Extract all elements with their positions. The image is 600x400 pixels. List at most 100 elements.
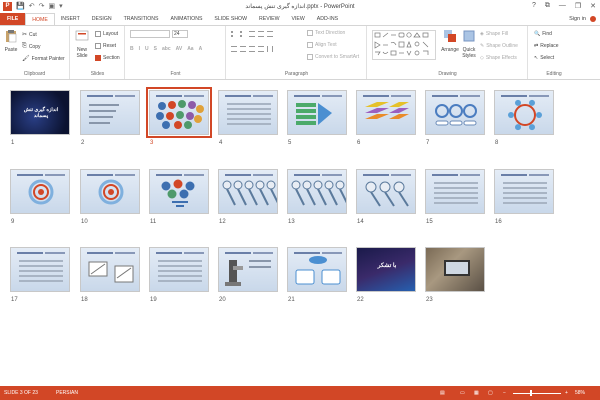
tab-insert[interactable]: INSERT bbox=[55, 13, 86, 25]
slide-thumbnail-9[interactable] bbox=[10, 169, 70, 214]
section-button[interactable]: Section bbox=[95, 55, 120, 61]
slide-thumbnail-21[interactable] bbox=[287, 247, 347, 292]
slide-thumbnail-20[interactable] bbox=[218, 247, 278, 292]
tab-home[interactable]: HOME bbox=[25, 13, 55, 25]
convert-smartart-label: Convert to SmartArt bbox=[315, 54, 360, 60]
slide-thumbnail-22[interactable]: با تشکر bbox=[356, 247, 416, 292]
font-color-button[interactable]: A bbox=[199, 46, 203, 52]
bold-button[interactable]: B bbox=[130, 46, 134, 52]
quick-styles-button[interactable]: Quick Styles bbox=[462, 29, 476, 59]
paste-button[interactable]: Paste bbox=[3, 29, 19, 53]
tab-file[interactable]: FILE bbox=[0, 13, 26, 25]
strikethrough-button[interactable]: S bbox=[154, 46, 157, 52]
tab-transitions[interactable]: TRANSITIONS bbox=[118, 13, 165, 25]
zoom-slider-knob[interactable] bbox=[530, 390, 532, 396]
shape-fill-label: Shape Fill bbox=[485, 31, 509, 37]
sign-in-link[interactable]: Sign in bbox=[569, 16, 586, 22]
change-case-button[interactable]: Aa bbox=[187, 46, 193, 52]
format-painter-button[interactable]: 🖌 Format Painter bbox=[22, 55, 65, 63]
slide-number-8: 8 bbox=[495, 140, 499, 146]
help-icon[interactable]: ? bbox=[532, 2, 536, 10]
brush-icon: 🖌 bbox=[22, 56, 30, 62]
italic-button[interactable]: I bbox=[139, 46, 140, 52]
paste-icon bbox=[6, 30, 17, 43]
effects-icon: ◇ bbox=[480, 55, 484, 61]
font-size-input[interactable]: 24 bbox=[172, 30, 188, 38]
tab-design[interactable]: DESIGN bbox=[86, 13, 118, 25]
ribbon: Paste ✂ Cut ⎘ Copy 🖌 Format Painter Clipboa… bbox=[0, 25, 600, 80]
tab-add-ins[interactable]: ADD-INS bbox=[311, 13, 344, 25]
slide-thumbnail-16[interactable] bbox=[494, 169, 554, 214]
columns-icon[interactable] bbox=[267, 46, 273, 52]
layout-button[interactable]: Layout bbox=[95, 31, 118, 37]
slide-thumbnail-14[interactable] bbox=[356, 169, 416, 214]
text-direction-button[interactable]: Text Direction bbox=[307, 30, 345, 36]
zoom-slider[interactable] bbox=[513, 393, 561, 394]
cut-button[interactable]: ✂ Cut bbox=[22, 31, 37, 39]
copy-button[interactable]: ⎘ Copy bbox=[22, 43, 41, 50]
align-center-icon[interactable] bbox=[240, 46, 246, 52]
slide-thumbnail-12[interactable] bbox=[218, 169, 278, 214]
underline-button[interactable]: U bbox=[145, 46, 149, 52]
align-left-icon[interactable] bbox=[231, 46, 237, 52]
reset-button[interactable]: Reset bbox=[95, 43, 116, 49]
increase-indent-icon[interactable] bbox=[258, 31, 264, 37]
line-spacing-icon[interactable] bbox=[267, 31, 273, 37]
slide-thumbnail-5[interactable] bbox=[287, 90, 347, 135]
arrange-button[interactable]: Arrange bbox=[440, 29, 460, 53]
shapes-gallery[interactable] bbox=[372, 30, 436, 60]
decrease-indent-icon[interactable] bbox=[249, 31, 255, 37]
slide-thumbnail-19[interactable] bbox=[149, 247, 209, 292]
spacing-button[interactable]: AV bbox=[176, 46, 183, 52]
maximize-button[interactable]: ❐ bbox=[575, 2, 581, 10]
zoom-in-icon[interactable]: + bbox=[565, 390, 568, 396]
tab-view[interactable]: VIEW bbox=[285, 13, 310, 25]
slide-number-7: 7 bbox=[426, 140, 430, 146]
new-slide-button[interactable]: New Slide bbox=[73, 29, 91, 59]
slide-thumbnail-4[interactable] bbox=[218, 90, 278, 135]
shadow-button[interactable]: abc bbox=[162, 46, 171, 52]
slide-thumbnail-13[interactable] bbox=[287, 169, 347, 214]
slide-thumbnail-11[interactable] bbox=[149, 169, 209, 214]
slide-number-3: 3 bbox=[150, 140, 154, 146]
ribbon-display-icon[interactable]: ⧉ bbox=[545, 2, 550, 10]
tab-animations[interactable]: ANIMATIONS bbox=[165, 13, 209, 25]
justify-icon[interactable] bbox=[258, 46, 264, 52]
shape-effects-button[interactable]: ◇ Shape Effects bbox=[480, 55, 517, 61]
tab-review[interactable]: REVIEW bbox=[253, 13, 285, 25]
slide-thumbnail-23[interactable] bbox=[425, 247, 485, 292]
select-button[interactable]: ↖ Select bbox=[534, 55, 554, 61]
slide-thumbnail-8[interactable] bbox=[494, 90, 554, 135]
slide-thumbnail-3[interactable] bbox=[146, 87, 212, 138]
zoom-out-icon[interactable]: − bbox=[503, 390, 506, 396]
reading-view-icon[interactable]: ▢ bbox=[488, 390, 493, 396]
slide-thumbnail-15[interactable] bbox=[425, 169, 485, 214]
shape-outline-button[interactable]: ✎ Shape Outline bbox=[480, 43, 518, 49]
close-button[interactable]: ✕ bbox=[590, 2, 596, 10]
slide-thumbnail-2[interactable] bbox=[80, 90, 140, 135]
feedback-icon[interactable] bbox=[590, 16, 596, 22]
normal-view-icon[interactable]: ▭ bbox=[460, 390, 465, 396]
language-indicator[interactable]: PERSIAN bbox=[56, 390, 78, 396]
font-name-input[interactable] bbox=[130, 30, 170, 38]
slide-thumbnail-10[interactable] bbox=[80, 169, 140, 214]
slide-sorter-view-icon[interactable]: ▦ bbox=[474, 390, 479, 396]
notes-icon[interactable]: ▤ bbox=[440, 390, 445, 396]
bullets-icon[interactable] bbox=[231, 31, 237, 37]
align-right-icon[interactable] bbox=[249, 46, 255, 52]
clipboard-group: Paste ✂ Cut ⎘ Copy 🖌 Format Painter Clipboa… bbox=[0, 26, 70, 79]
replace-button[interactable]: ⇄ Replace bbox=[534, 43, 559, 49]
align-text-button[interactable]: Align Text bbox=[307, 42, 337, 48]
slide-thumbnail-1[interactable]: اندازه گیری تنش پسماند bbox=[10, 90, 70, 135]
convert-smartart-button[interactable]: Convert to SmartArt bbox=[307, 54, 359, 60]
minimize-button[interactable]: — bbox=[559, 2, 566, 10]
zoom-level[interactable]: 58% bbox=[575, 390, 585, 396]
numbering-icon[interactable] bbox=[240, 31, 246, 37]
shape-fill-button[interactable]: ◈ Shape Fill bbox=[480, 31, 508, 37]
find-button[interactable]: 🔍 Find bbox=[534, 31, 552, 37]
tab-slide-show[interactable]: SLIDE SHOW bbox=[208, 13, 253, 25]
slide-thumbnail-7[interactable] bbox=[425, 90, 485, 135]
slide-thumbnail-6[interactable] bbox=[356, 90, 416, 135]
slide-thumbnail-18[interactable] bbox=[80, 247, 140, 292]
slide-thumbnail-17[interactable] bbox=[10, 247, 70, 292]
